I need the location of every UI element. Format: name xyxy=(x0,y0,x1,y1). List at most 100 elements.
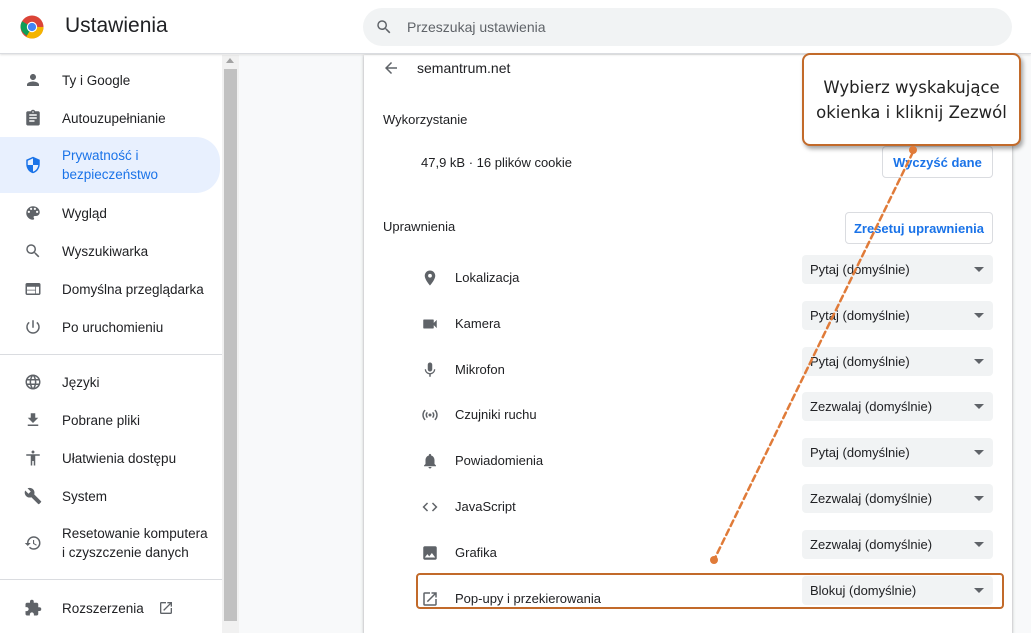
permission-label: Mikrofon xyxy=(455,362,505,377)
permission-label: Lokalizacja xyxy=(455,270,520,285)
permission-row-location: Lokalizacja Pytaj (domyślnie) xyxy=(383,255,993,301)
page-title: Ustawienia xyxy=(65,14,168,37)
person-icon xyxy=(24,71,42,89)
sidebar-item-label: Języki xyxy=(62,374,100,390)
code-icon xyxy=(421,498,439,516)
sidebar-item-label: System xyxy=(62,488,108,504)
sidebar-item-label: Rozszerzenia xyxy=(62,600,144,616)
browser-icon xyxy=(24,280,42,298)
puzzle-icon xyxy=(24,599,42,617)
sidebar-item-extensions[interactable]: Rozszerzenia xyxy=(0,589,220,627)
site-name: semantrum.net xyxy=(417,60,511,76)
back-arrow-icon[interactable] xyxy=(382,59,400,77)
dropdown-caret-icon xyxy=(974,267,984,272)
dropdown-caret-icon xyxy=(974,359,984,364)
permission-select-notifications[interactable]: Pytaj (domyślnie) xyxy=(802,438,993,467)
scroll-up-arrow-icon[interactable] xyxy=(226,58,234,63)
instruction-callout: Wybierz wyskakujące okienka i kliknij Ze… xyxy=(802,53,1021,146)
permission-label: Powiadomienia xyxy=(455,453,544,468)
permission-label: Grafika xyxy=(455,545,497,560)
wrench-icon xyxy=(24,487,42,505)
microphone-icon xyxy=(421,361,439,379)
permission-select-camera[interactable]: Pytaj (domyślnie) xyxy=(802,301,993,330)
permission-label: JavaScript xyxy=(455,499,516,514)
select-value: Pytaj (domyślnie) xyxy=(810,354,910,369)
sidebar-item-you-and-google[interactable]: Ty i Google xyxy=(0,61,220,99)
power-icon xyxy=(24,318,42,336)
permission-row-images: Grafika Zezwalaj (domyślnie) xyxy=(383,530,993,576)
permission-select-images[interactable]: Zezwalaj (domyślnie) xyxy=(802,530,993,559)
permissions-section-title: Uprawnienia xyxy=(383,219,456,234)
sidebar-item-privacy[interactable]: Prywatność i bezpieczeństwo xyxy=(0,137,220,193)
dropdown-caret-icon xyxy=(974,542,984,547)
sidebar-item-system[interactable]: System xyxy=(0,477,220,515)
permission-row-popups: Pop-upy i przekierowania Blokuj (domyśln… xyxy=(383,576,993,622)
permission-label: Czujniki ruchu xyxy=(455,407,537,422)
permission-row-microphone: Mikrofon Pytaj (domyślnie) xyxy=(383,347,993,393)
sidebar: Ty i Google Autouzupełnianie Prywatność … xyxy=(0,55,222,633)
history-icon xyxy=(24,534,42,552)
sidebar-item-label: Po uruchomieniu xyxy=(62,319,164,335)
sidebar-item-on-startup[interactable]: Po uruchomieniu xyxy=(0,308,220,346)
dropdown-caret-icon xyxy=(974,404,984,409)
dropdown-caret-icon xyxy=(974,313,984,318)
open-in-new-icon xyxy=(159,602,172,614)
sidebar-item-downloads[interactable]: Pobrane pliki xyxy=(0,401,220,439)
open-in-new-icon xyxy=(421,590,439,608)
permission-row-javascript: JavaScript Zezwalaj (domyślnie) xyxy=(383,484,993,530)
permission-label: Kamera xyxy=(455,316,501,331)
search-icon xyxy=(377,20,391,34)
permission-select-motion-sensors[interactable]: Zezwalaj (domyślnie) xyxy=(802,392,993,421)
sidebar-item-accessibility[interactable]: Ułatwienia dostępu xyxy=(0,439,220,477)
chrome-logo-icon xyxy=(20,15,44,39)
sidebar-item-autofill[interactable]: Autouzupełnianie xyxy=(0,99,220,137)
reset-permissions-button[interactable]: Zresetuj uprawnienia xyxy=(845,212,993,244)
search-icon xyxy=(24,242,42,260)
select-value: Blokuj (domyślnie) xyxy=(810,583,917,598)
permission-select-javascript[interactable]: Zezwalaj (domyślnie) xyxy=(802,484,993,513)
permission-select-microphone[interactable]: Pytaj (domyślnie) xyxy=(802,347,993,376)
sidebar-item-label: Resetowanie komputera i czyszczenie dany… xyxy=(62,526,208,560)
select-value: Zezwalaj (domyślnie) xyxy=(810,537,933,552)
sidebar-item-reset[interactable]: Resetowanie komputera i czyszczenie dany… xyxy=(0,515,220,571)
permission-select-location[interactable]: Pytaj (domyślnie) xyxy=(802,255,993,284)
image-icon xyxy=(421,544,439,562)
shield-icon xyxy=(24,156,42,174)
sidebar-item-default-browser[interactable]: Domyślna przeglądarka xyxy=(0,270,220,308)
scrollbar-thumb[interactable] xyxy=(224,69,237,621)
sidebar-scrollbar[interactable] xyxy=(222,55,239,633)
select-value: Pytaj (domyślnie) xyxy=(810,262,910,277)
sidebar-item-search-engine[interactable]: Wyszukiwarka xyxy=(0,232,220,270)
sidebar-item-label: Domyślna przeglądarka xyxy=(62,281,204,297)
clipboard-icon xyxy=(24,109,42,127)
search-input[interactable] xyxy=(407,8,987,46)
sidebar-item-languages[interactable]: Języki xyxy=(0,363,220,401)
header: Ustawienia xyxy=(0,0,1031,54)
sensors-icon xyxy=(421,406,439,424)
sidebar-item-label: Autouzupełnianie xyxy=(62,110,166,126)
dropdown-caret-icon xyxy=(974,496,984,501)
sidebar-item-label: Wyszukiwarka xyxy=(62,243,149,259)
permission-select-popups[interactable]: Blokuj (domyślnie) xyxy=(802,576,993,605)
palette-icon xyxy=(24,204,42,222)
permission-row-motion-sensors: Czujniki ruchu Zezwalaj (domyślnie) xyxy=(383,392,993,438)
dropdown-caret-icon xyxy=(974,450,984,455)
permission-label: Pop-upy i przekierowania xyxy=(455,591,601,606)
location-icon xyxy=(421,269,439,287)
camera-icon xyxy=(421,315,439,333)
sidebar-item-label: Ułatwienia dostępu xyxy=(62,450,177,466)
dropdown-caret-icon xyxy=(974,588,984,593)
accessibility-icon xyxy=(24,449,42,467)
sidebar-item-label: Prywatność i bezpieczeństwo xyxy=(62,148,159,182)
sidebar-item-appearance[interactable]: Wygląd xyxy=(0,194,220,232)
select-value: Pytaj (domyślnie) xyxy=(810,445,910,460)
usage-section-title: Wykorzystanie xyxy=(383,112,468,127)
download-icon xyxy=(24,411,42,429)
search-box[interactable] xyxy=(363,8,1012,46)
clear-data-button[interactable]: Wyczyść dane xyxy=(882,146,993,178)
permission-row-camera: Kamera Pytaj (domyślnie) xyxy=(383,301,993,347)
usage-summary: 47,9 kB · 16 plików cookie xyxy=(421,155,573,170)
select-value: Zezwalaj (domyślnie) xyxy=(810,399,933,414)
select-value: Zezwalaj (domyślnie) xyxy=(810,491,933,506)
sidebar-divider xyxy=(0,579,222,580)
